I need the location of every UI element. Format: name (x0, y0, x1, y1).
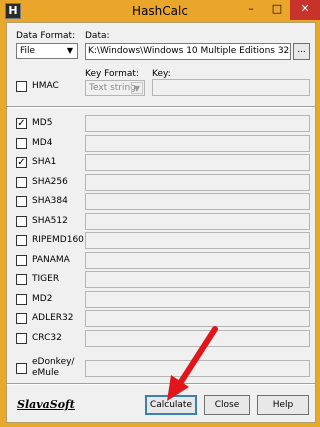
annotation-arrow-shaft (176, 326, 218, 388)
key-format-value: Text string (89, 83, 136, 93)
algorithm-result[interactable] (85, 193, 310, 210)
chevron-down-icon: ▼ (66, 46, 74, 55)
algorithm-label: ADLER32 (32, 313, 74, 323)
algorithm-label: SHA1 (32, 157, 57, 167)
algorithm-label: SHA512 (32, 216, 68, 226)
algorithm-checkbox[interactable] (16, 274, 27, 285)
algorithm-result[interactable] (85, 135, 310, 152)
algorithm-checkbox[interactable] (16, 255, 27, 266)
close-window-button[interactable]: ✕ (290, 0, 320, 20)
title-bar[interactable]: H HashCalc – □ ✕ (0, 0, 320, 22)
data-input-value: K:\Windows\Windows 10 Multiple Editions … (88, 46, 290, 56)
hashcalc-window: H HashCalc – □ ✕ Data Format: File ▼ Dat… (0, 0, 320, 427)
key-input[interactable] (152, 79, 310, 96)
edonkey-checkbox[interactable] (16, 363, 27, 374)
algorithm-result[interactable] (85, 232, 310, 249)
edonkey-label-line1: eDonkey/ (32, 357, 75, 367)
algorithm-result[interactable] (85, 213, 310, 230)
maximize-button[interactable]: □ (264, 0, 290, 20)
algorithm-result[interactable] (85, 271, 310, 288)
hmac-checkbox[interactable] (16, 81, 27, 92)
data-input[interactable]: K:\Windows\Windows 10 Multiple Editions … (85, 43, 291, 60)
algorithm-result[interactable] (85, 115, 310, 132)
algorithm-result[interactable] (85, 252, 310, 269)
annotation-arrow-icon (167, 326, 218, 401)
minimize-button[interactable]: – (238, 0, 264, 20)
data-format-select[interactable]: File ▼ (16, 43, 78, 59)
algorithm-checkbox[interactable]: ✓ (16, 118, 27, 129)
algorithm-result[interactable] (85, 174, 310, 191)
algorithm-label: SHA384 (32, 196, 68, 206)
algorithm-label: MD4 (32, 138, 53, 148)
algorithm-label: RIPEMD160 (32, 235, 84, 245)
data-label: Data: (85, 31, 110, 41)
key-format-label: Key Format: (85, 69, 139, 79)
algorithm-checkbox[interactable] (16, 333, 27, 344)
help-button[interactable]: Help (257, 395, 309, 415)
algorithm-checkbox[interactable] (16, 216, 27, 227)
chevron-down-icon: ▼ (131, 82, 143, 94)
algorithm-result[interactable] (85, 154, 310, 171)
algorithm-label: MD2 (32, 294, 53, 304)
algorithm-label: PANAMA (32, 255, 70, 265)
algorithm-checkbox[interactable] (16, 138, 27, 149)
key-label: Key: (152, 69, 171, 79)
algorithm-label: CRC32 (32, 333, 62, 343)
dialog-body: Data Format: File ▼ Data: K:\Windows\Win… (6, 22, 316, 423)
algorithm-label: TIGER (32, 274, 60, 284)
hmac-label: HMAC (32, 81, 59, 91)
data-format-value: File (20, 46, 36, 56)
algorithm-label: MD5 (32, 118, 53, 128)
algorithm-checkbox[interactable] (16, 294, 27, 305)
algorithm-label: SHA256 (32, 177, 68, 187)
algorithm-checkbox[interactable]: ✓ (16, 157, 27, 168)
data-format-label: Data Format: (16, 31, 76, 41)
algorithm-checkbox[interactable] (16, 235, 27, 246)
key-format-select[interactable]: Text string ▼ (85, 80, 145, 96)
algorithm-checkbox[interactable] (16, 313, 27, 324)
browse-button[interactable]: ... (293, 43, 310, 60)
algorithm-checkbox[interactable] (16, 196, 27, 207)
edonkey-label-line2: eMule (32, 368, 60, 378)
slavasoft-logo[interactable]: SlavaSoft (17, 398, 75, 411)
separator (7, 106, 315, 108)
algorithm-result[interactable] (85, 291, 310, 308)
algorithm-checkbox[interactable] (16, 177, 27, 188)
